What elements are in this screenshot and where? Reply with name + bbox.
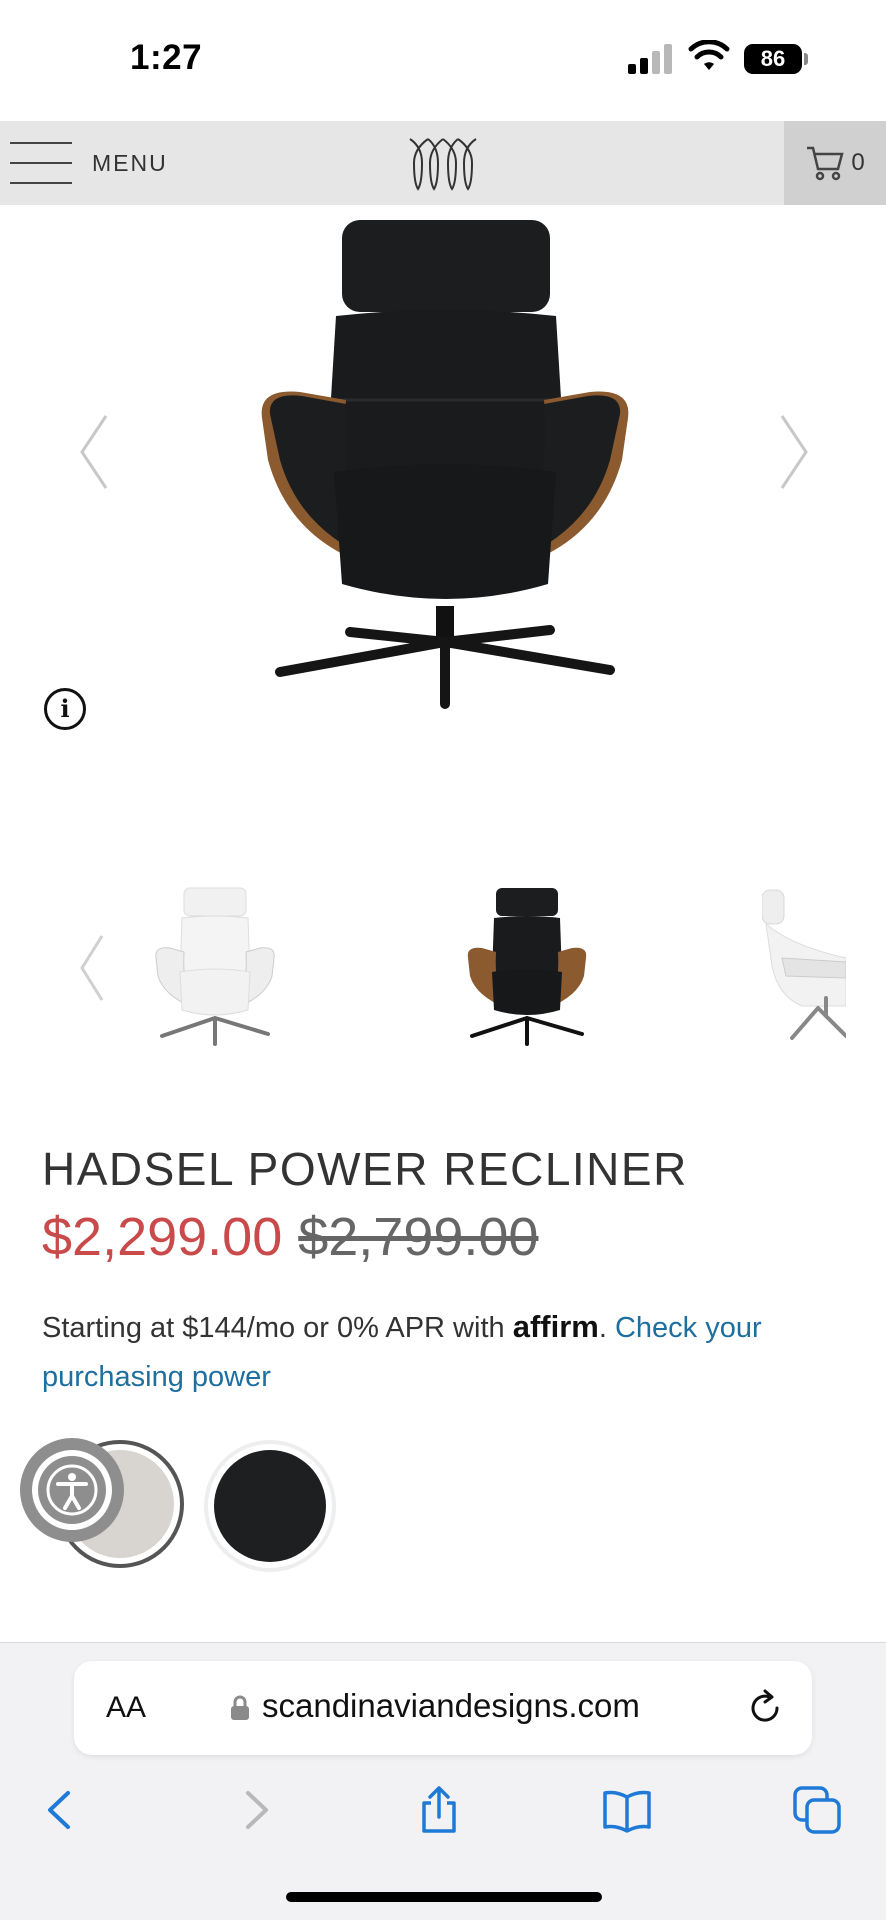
cart-count: 0	[851, 149, 865, 176]
thumbnail-strip	[0, 870, 886, 1060]
forward-icon[interactable]	[230, 1785, 280, 1835]
status-bar: 1:27 86	[0, 0, 886, 120]
sale-price: $2,299.00	[42, 1207, 283, 1267]
text-size-button[interactable]: AA	[106, 1691, 146, 1725]
financing-text: Starting at $144/mo or 0% APR with	[42, 1312, 505, 1344]
browser-toolbar: AA scandinaviandesigns.com	[0, 1642, 886, 1920]
status-time: 1:27	[130, 38, 203, 77]
site-header: MENU 0	[0, 121, 886, 205]
menu-button[interactable]: MENU	[10, 139, 168, 187]
info-icon[interactable]: i	[44, 688, 86, 730]
product-image-black-recliner	[261, 220, 629, 709]
reload-icon[interactable]	[746, 1689, 784, 1727]
lock-icon	[231, 1695, 249, 1720]
back-icon[interactable]	[36, 1785, 86, 1835]
accessibility-button[interactable]	[20, 1438, 124, 1542]
financing-message: Starting at $144/mo or 0% APR with affir…	[42, 1302, 862, 1402]
accessibility-icon	[46, 1464, 98, 1516]
logo-icon[interactable]	[408, 133, 478, 195]
bookmarks-icon[interactable]	[602, 1785, 652, 1835]
wifi-icon	[688, 40, 730, 70]
share-icon[interactable]	[414, 1785, 464, 1835]
tabs-icon[interactable]	[792, 1785, 842, 1835]
url-text: scandinaviandesigns.com	[262, 1687, 640, 1724]
hamburger-icon	[10, 140, 72, 186]
product-title: HADSEL POWER RECLINER	[42, 1143, 688, 1195]
battery-level: 86	[744, 44, 802, 74]
cart-button[interactable]: 0	[784, 121, 886, 205]
home-indicator	[286, 1892, 602, 1902]
product-image-carousel[interactable]	[0, 205, 886, 775]
battery-icon: 86	[744, 44, 808, 74]
menu-label: MENU	[92, 149, 168, 176]
cart-icon	[807, 146, 844, 181]
affirm-logo: affirm	[512, 1309, 599, 1344]
original-price: $2,799.00	[298, 1207, 539, 1267]
price-row: $2,299.00 $2,799.00	[42, 1206, 538, 1268]
thumbnail-white-recliner-side[interactable]	[762, 886, 846, 1046]
browser-nav-row	[0, 1771, 886, 1861]
thumbnail-white-recliner[interactable]	[150, 886, 280, 1046]
address-bar[interactable]: AA scandinaviandesigns.com	[74, 1661, 812, 1755]
chevron-right-icon[interactable]	[774, 412, 814, 492]
financing-separator: .	[598, 1312, 607, 1344]
swatch-dark[interactable]	[204, 1440, 336, 1572]
chevron-left-icon[interactable]	[74, 932, 108, 1004]
signal-icon	[628, 44, 672, 74]
chevron-left-icon[interactable]	[74, 412, 114, 492]
thumbnail-black-recliner[interactable]	[462, 886, 592, 1046]
